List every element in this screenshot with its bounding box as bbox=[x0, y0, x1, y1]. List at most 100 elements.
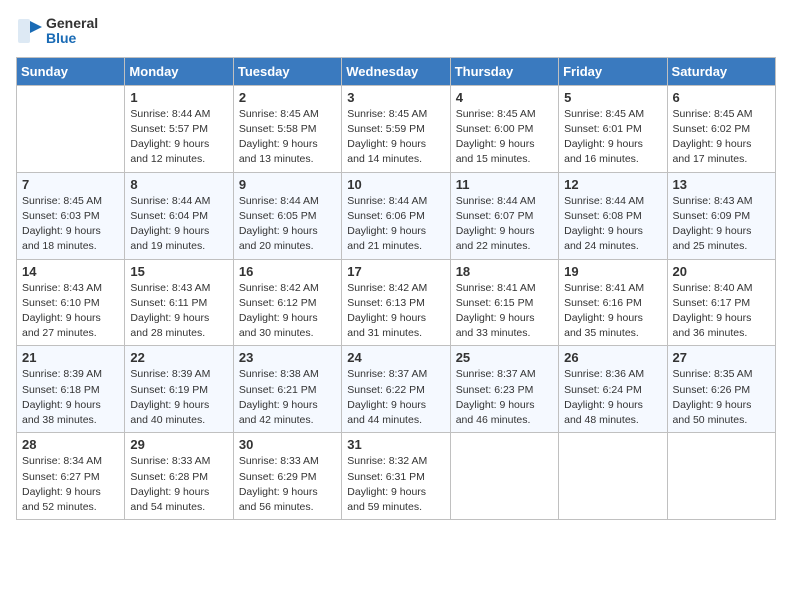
logo-general: General bbox=[46, 16, 98, 31]
daylight-text: Daylight: 9 hours and 50 minutes. bbox=[673, 399, 752, 426]
sunset-text: Sunset: 6:24 PM bbox=[564, 384, 642, 396]
sunset-text: Sunset: 6:13 PM bbox=[347, 297, 425, 309]
sunset-text: Sunset: 5:58 PM bbox=[239, 123, 317, 135]
cell-info: Sunrise: 8:42 AM Sunset: 6:13 PM Dayligh… bbox=[347, 281, 444, 342]
calendar-body: 1 Sunrise: 8:44 AM Sunset: 5:57 PM Dayli… bbox=[17, 85, 776, 519]
day-number: 8 bbox=[130, 177, 227, 192]
sunset-text: Sunset: 6:28 PM bbox=[130, 471, 208, 483]
calendar-cell: 10 Sunrise: 8:44 AM Sunset: 6:06 PM Dayl… bbox=[342, 172, 450, 259]
day-number: 31 bbox=[347, 437, 444, 452]
sunset-text: Sunset: 6:07 PM bbox=[456, 210, 534, 222]
day-number: 17 bbox=[347, 264, 444, 279]
weekday-sunday: Sunday bbox=[17, 57, 125, 85]
sunset-text: Sunset: 6:15 PM bbox=[456, 297, 534, 309]
cell-info: Sunrise: 8:45 AM Sunset: 5:58 PM Dayligh… bbox=[239, 107, 336, 168]
daylight-text: Daylight: 9 hours and 20 minutes. bbox=[239, 225, 318, 252]
cell-info: Sunrise: 8:35 AM Sunset: 6:26 PM Dayligh… bbox=[673, 367, 770, 428]
sunrise-text: Sunrise: 8:44 AM bbox=[130, 108, 210, 120]
calendar-cell: 29 Sunrise: 8:33 AM Sunset: 6:28 PM Dayl… bbox=[125, 433, 233, 520]
daylight-text: Daylight: 9 hours and 17 minutes. bbox=[673, 138, 752, 165]
calendar-cell: 13 Sunrise: 8:43 AM Sunset: 6:09 PM Dayl… bbox=[667, 172, 775, 259]
sunset-text: Sunset: 5:57 PM bbox=[130, 123, 208, 135]
sunset-text: Sunset: 6:29 PM bbox=[239, 471, 317, 483]
day-number: 14 bbox=[22, 264, 119, 279]
day-number: 3 bbox=[347, 90, 444, 105]
calendar-cell: 9 Sunrise: 8:44 AM Sunset: 6:05 PM Dayli… bbox=[233, 172, 341, 259]
sunrise-text: Sunrise: 8:37 AM bbox=[456, 368, 536, 380]
day-number: 4 bbox=[456, 90, 553, 105]
calendar-cell: 25 Sunrise: 8:37 AM Sunset: 6:23 PM Dayl… bbox=[450, 346, 558, 433]
daylight-text: Daylight: 9 hours and 56 minutes. bbox=[239, 486, 318, 513]
logo: General Blue bbox=[16, 16, 98, 47]
daylight-text: Daylight: 9 hours and 35 minutes. bbox=[564, 312, 643, 339]
cell-info: Sunrise: 8:34 AM Sunset: 6:27 PM Dayligh… bbox=[22, 454, 119, 515]
sunset-text: Sunset: 6:12 PM bbox=[239, 297, 317, 309]
cell-info: Sunrise: 8:32 AM Sunset: 6:31 PM Dayligh… bbox=[347, 454, 444, 515]
day-number: 27 bbox=[673, 350, 770, 365]
cell-info: Sunrise: 8:33 AM Sunset: 6:29 PM Dayligh… bbox=[239, 454, 336, 515]
day-number: 6 bbox=[673, 90, 770, 105]
cell-info: Sunrise: 8:44 AM Sunset: 5:57 PM Dayligh… bbox=[130, 107, 227, 168]
cell-info: Sunrise: 8:45 AM Sunset: 5:59 PM Dayligh… bbox=[347, 107, 444, 168]
sunset-text: Sunset: 6:23 PM bbox=[456, 384, 534, 396]
calendar-cell: 8 Sunrise: 8:44 AM Sunset: 6:04 PM Dayli… bbox=[125, 172, 233, 259]
weekday-thursday: Thursday bbox=[450, 57, 558, 85]
calendar-cell bbox=[17, 85, 125, 172]
calendar-cell: 6 Sunrise: 8:45 AM Sunset: 6:02 PM Dayli… bbox=[667, 85, 775, 172]
calendar-cell: 22 Sunrise: 8:39 AM Sunset: 6:19 PM Dayl… bbox=[125, 346, 233, 433]
logo-container: General Blue bbox=[16, 16, 98, 47]
daylight-text: Daylight: 9 hours and 19 minutes. bbox=[130, 225, 209, 252]
day-number: 22 bbox=[130, 350, 227, 365]
weekday-friday: Friday bbox=[559, 57, 667, 85]
sunset-text: Sunset: 6:21 PM bbox=[239, 384, 317, 396]
calendar-cell: 2 Sunrise: 8:45 AM Sunset: 5:58 PM Dayli… bbox=[233, 85, 341, 172]
daylight-text: Daylight: 9 hours and 54 minutes. bbox=[130, 486, 209, 513]
sunset-text: Sunset: 6:03 PM bbox=[22, 210, 100, 222]
sunrise-text: Sunrise: 8:43 AM bbox=[130, 282, 210, 294]
sunrise-text: Sunrise: 8:45 AM bbox=[456, 108, 536, 120]
sunset-text: Sunset: 6:31 PM bbox=[347, 471, 425, 483]
daylight-text: Daylight: 9 hours and 40 minutes. bbox=[130, 399, 209, 426]
cell-info: Sunrise: 8:45 AM Sunset: 6:03 PM Dayligh… bbox=[22, 194, 119, 255]
cell-info: Sunrise: 8:43 AM Sunset: 6:11 PM Dayligh… bbox=[130, 281, 227, 342]
sunset-text: Sunset: 6:02 PM bbox=[673, 123, 751, 135]
sunrise-text: Sunrise: 8:38 AM bbox=[239, 368, 319, 380]
daylight-text: Daylight: 9 hours and 31 minutes. bbox=[347, 312, 426, 339]
calendar-cell: 14 Sunrise: 8:43 AM Sunset: 6:10 PM Dayl… bbox=[17, 259, 125, 346]
day-number: 20 bbox=[673, 264, 770, 279]
weekday-monday: Monday bbox=[125, 57, 233, 85]
calendar-week-3: 14 Sunrise: 8:43 AM Sunset: 6:10 PM Dayl… bbox=[17, 259, 776, 346]
daylight-text: Daylight: 9 hours and 38 minutes. bbox=[22, 399, 101, 426]
sunrise-text: Sunrise: 8:37 AM bbox=[347, 368, 427, 380]
sunset-text: Sunset: 6:04 PM bbox=[130, 210, 208, 222]
daylight-text: Daylight: 9 hours and 16 minutes. bbox=[564, 138, 643, 165]
daylight-text: Daylight: 9 hours and 59 minutes. bbox=[347, 486, 426, 513]
daylight-text: Daylight: 9 hours and 13 minutes. bbox=[239, 138, 318, 165]
calendar-cell bbox=[559, 433, 667, 520]
cell-info: Sunrise: 8:40 AM Sunset: 6:17 PM Dayligh… bbox=[673, 281, 770, 342]
day-number: 23 bbox=[239, 350, 336, 365]
calendar-cell: 24 Sunrise: 8:37 AM Sunset: 6:22 PM Dayl… bbox=[342, 346, 450, 433]
sunrise-text: Sunrise: 8:33 AM bbox=[130, 455, 210, 467]
calendar-cell bbox=[450, 433, 558, 520]
calendar-cell: 26 Sunrise: 8:36 AM Sunset: 6:24 PM Dayl… bbox=[559, 346, 667, 433]
calendar-cell: 28 Sunrise: 8:34 AM Sunset: 6:27 PM Dayl… bbox=[17, 433, 125, 520]
sunrise-text: Sunrise: 8:33 AM bbox=[239, 455, 319, 467]
sunrise-text: Sunrise: 8:45 AM bbox=[673, 108, 753, 120]
calendar-cell: 16 Sunrise: 8:42 AM Sunset: 6:12 PM Dayl… bbox=[233, 259, 341, 346]
day-number: 13 bbox=[673, 177, 770, 192]
day-number: 7 bbox=[22, 177, 119, 192]
sunrise-text: Sunrise: 8:40 AM bbox=[673, 282, 753, 294]
sunset-text: Sunset: 5:59 PM bbox=[347, 123, 425, 135]
cell-info: Sunrise: 8:41 AM Sunset: 6:16 PM Dayligh… bbox=[564, 281, 661, 342]
sunset-text: Sunset: 6:11 PM bbox=[130, 297, 207, 309]
sunrise-text: Sunrise: 8:43 AM bbox=[22, 282, 102, 294]
day-number: 30 bbox=[239, 437, 336, 452]
calendar-cell: 21 Sunrise: 8:39 AM Sunset: 6:18 PM Dayl… bbox=[17, 346, 125, 433]
sunset-text: Sunset: 6:22 PM bbox=[347, 384, 425, 396]
cell-info: Sunrise: 8:44 AM Sunset: 6:07 PM Dayligh… bbox=[456, 194, 553, 255]
page-header: General Blue bbox=[16, 16, 776, 47]
day-number: 12 bbox=[564, 177, 661, 192]
sunset-text: Sunset: 6:09 PM bbox=[673, 210, 751, 222]
calendar-table: SundayMondayTuesdayWednesdayThursdayFrid… bbox=[16, 57, 776, 520]
